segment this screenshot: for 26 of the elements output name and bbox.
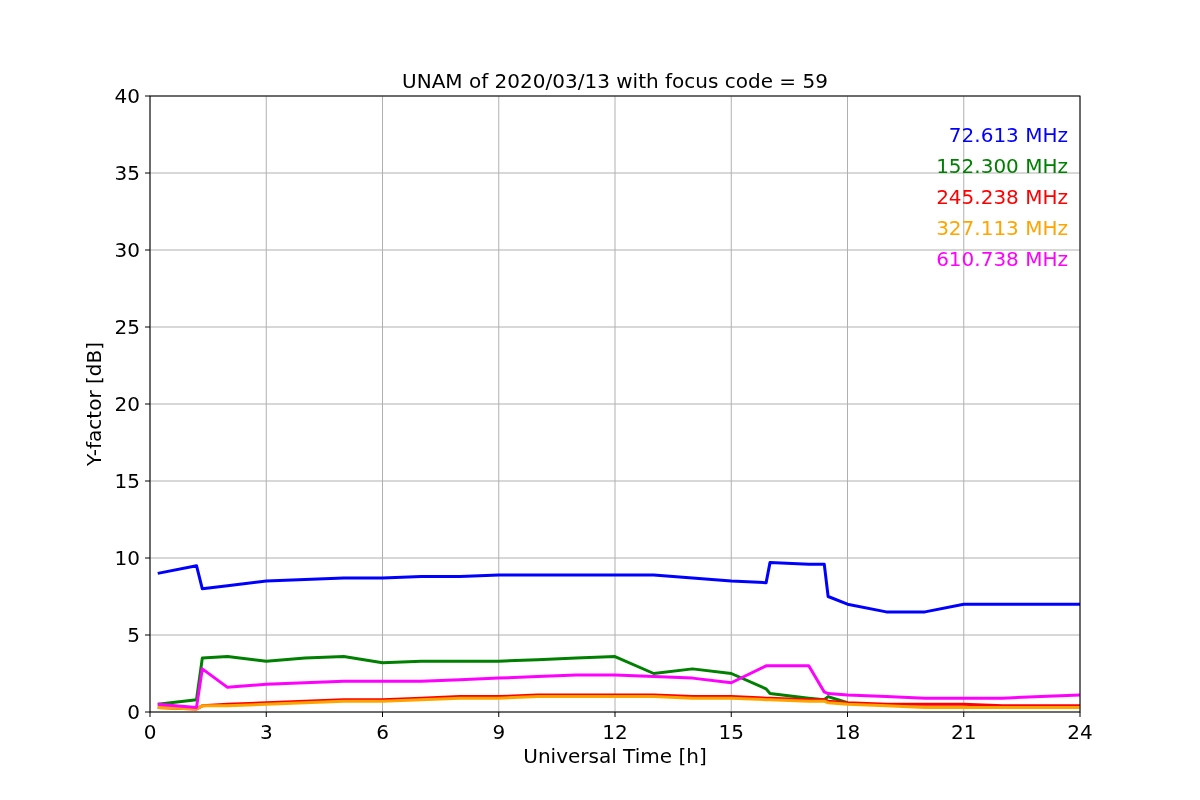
y-tick-label: 10 <box>114 546 140 570</box>
y-axis-label: Y-factor [dB] <box>82 342 106 466</box>
x-tick-label: 12 <box>602 720 628 744</box>
y-tick-label: 0 <box>127 700 140 724</box>
x-tick-label: 3 <box>259 720 273 744</box>
legend-label: 327.113 MHz <box>936 216 1068 240</box>
chart-title: UNAM of 2020/03/13 with focus code = 59 <box>402 69 828 93</box>
x-tick-label: 24 <box>1067 720 1093 744</box>
y-tick-label: 35 <box>114 161 140 185</box>
legend-label: 610.738 MHz <box>936 247 1068 271</box>
y-tick-label: 40 <box>114 84 140 108</box>
y-tick-label: 20 <box>114 392 140 416</box>
x-tick-label: 9 <box>492 720 506 744</box>
x-tick-label: 21 <box>951 720 977 744</box>
legend-label: 72.613 MHz <box>948 123 1068 147</box>
x-tick-label: 0 <box>143 720 157 744</box>
legend-label: 152.300 MHz <box>936 154 1068 178</box>
x-axis-label: Universal Time [h] <box>523 744 707 768</box>
x-tick-label: 18 <box>834 720 861 744</box>
y-tick-label: 25 <box>114 315 140 339</box>
legend-label: 245.238 MHz <box>936 185 1068 209</box>
y-tick-label: 30 <box>114 238 140 262</box>
x-tick-label: 6 <box>376 720 389 744</box>
x-tick-label: 15 <box>718 720 744 744</box>
y-tick-label: 15 <box>114 469 140 493</box>
y-tick-label: 5 <box>127 623 140 647</box>
